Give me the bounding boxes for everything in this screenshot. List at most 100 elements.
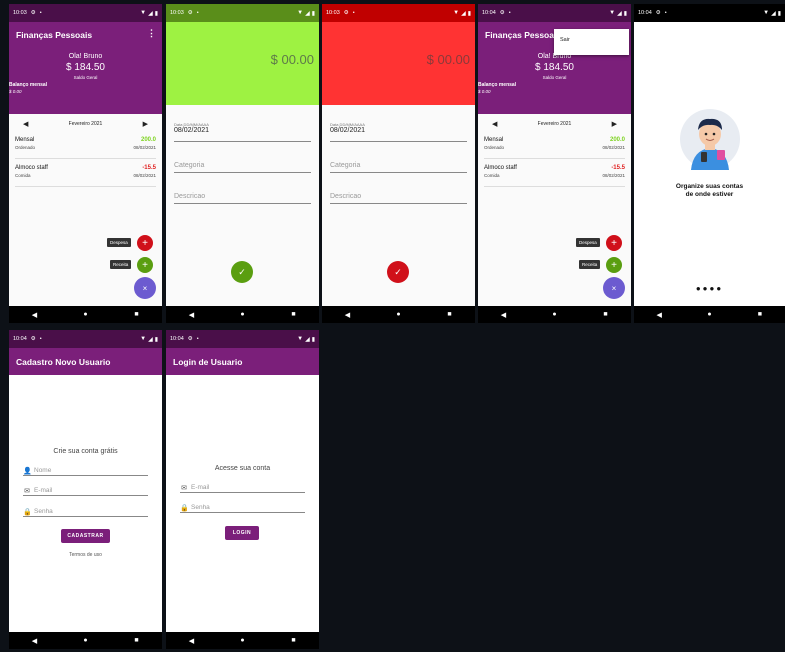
home-icon[interactable]: ● xyxy=(233,311,253,318)
logout-menu-item[interactable]: Sair xyxy=(560,37,623,43)
monthly-balance-label: Balanço mensal xyxy=(478,82,517,88)
overflow-menu-icon[interactable]: ⋮ xyxy=(147,28,156,39)
description-field[interactable]: Descricao xyxy=(330,193,467,204)
dot-icon: • xyxy=(39,10,42,16)
status-bar: 10:04 ⚙ • ▼ ◢ ▮ xyxy=(478,4,631,22)
add-expense-button[interactable]: + xyxy=(137,235,153,251)
amount-subtitle: Saldo Geral xyxy=(73,75,98,80)
add-income-button[interactable]: + xyxy=(606,257,622,273)
transaction-name: Mensal xyxy=(15,137,35,143)
confirm-button[interactable]: ✓ xyxy=(387,261,409,283)
amount-input[interactable]: $ 00.00 xyxy=(271,52,314,67)
app-bar: Cadastro Novo Usuario xyxy=(9,348,162,375)
settings-icon: ⚙ xyxy=(343,10,349,16)
home-icon[interactable]: ● xyxy=(699,311,719,318)
plus-icon: + xyxy=(611,237,617,249)
home-icon[interactable]: ● xyxy=(233,637,253,644)
home-screen: 10:03 ⚙ • ▼ ◢ ▮ Finanças Pessoais ⋮ Ola! Bru… xyxy=(9,4,162,323)
category-placeholder: Categoria xyxy=(330,162,361,169)
date-value: 08/02/2021 xyxy=(330,127,366,134)
home-icon[interactable]: ● xyxy=(545,311,565,318)
status-bar: 10:03 ⚙ • ▼ ◢ ▮ xyxy=(9,4,162,22)
date-field[interactable]: Data DD/MM/AAAA 08/02/2021 xyxy=(330,122,467,142)
onboarding-text: Organize suas contas de onde estiver xyxy=(634,183,785,199)
home-icon[interactable]: ● xyxy=(389,311,409,318)
month-selector: ◀ Fevereiro 2021 ▶ xyxy=(478,115,631,133)
email-field[interactable]: ✉ E-mail xyxy=(23,486,148,496)
recents-icon[interactable]: ■ xyxy=(284,311,304,318)
recents-icon[interactable]: ■ xyxy=(284,637,304,644)
close-fab-button[interactable]: × xyxy=(603,277,625,299)
back-icon[interactable]: ◀ xyxy=(182,311,202,319)
transaction-row[interactable]: Almoco staff Comida -15.5 08/02/2021 xyxy=(484,161,625,187)
password-field[interactable]: 🔒 Senha xyxy=(180,503,305,513)
register-button[interactable]: CADASTRAR xyxy=(61,529,110,543)
amount-input[interactable]: $ 00.00 xyxy=(427,52,470,67)
recents-icon[interactable]: ■ xyxy=(127,637,147,644)
home-menu-screen: 10:04 ⚙ • ▼ ◢ ▮ Finanças Pessoais Ola! Bruno… xyxy=(478,4,631,323)
total-amount: $ 184.50 xyxy=(66,62,105,73)
name-field[interactable]: 👤 Nome xyxy=(23,466,148,476)
date-field[interactable]: Data DD/MM/AAAA 08/02/2021 xyxy=(174,122,311,142)
transaction-category: Ordenado xyxy=(484,145,505,150)
status-time: 10:04 xyxy=(638,10,652,16)
monthly-balance-value: $ 0.00 xyxy=(478,89,491,94)
back-icon[interactable]: ◀ xyxy=(25,637,45,645)
battery-icon: ▮ xyxy=(311,336,315,343)
status-bar: 10:03 ⚙ • ▼ ◢ ▮ xyxy=(166,4,319,22)
dot-icon: • xyxy=(196,336,199,342)
transaction-name: Almoco staff xyxy=(15,165,48,171)
dot-icon: • xyxy=(196,10,199,16)
add-expense-button[interactable]: + xyxy=(606,235,622,251)
transaction-name: Almoco staff xyxy=(484,165,517,171)
recents-icon[interactable]: ■ xyxy=(127,311,147,318)
prev-month-icon[interactable]: ◀ xyxy=(23,120,28,128)
home-icon[interactable]: ● xyxy=(76,311,96,318)
description-placeholder: Descricao xyxy=(174,193,206,200)
add-income-button[interactable]: + xyxy=(137,257,153,273)
prev-month-icon[interactable]: ◀ xyxy=(492,120,497,128)
wifi-icon: ▼ xyxy=(453,10,460,16)
expense-fab-label: Despesa xyxy=(107,238,131,247)
battery-icon: ▮ xyxy=(154,10,158,17)
category-field[interactable]: Categoria xyxy=(330,162,467,173)
back-icon[interactable]: ◀ xyxy=(494,311,514,319)
home-icon[interactable]: ● xyxy=(76,637,96,644)
password-field[interactable]: 🔒 Senha xyxy=(23,507,148,517)
mail-icon: ✉ xyxy=(181,484,187,492)
system-nav-bar: ◀ ● ■ xyxy=(634,306,785,323)
back-icon[interactable]: ◀ xyxy=(338,311,358,319)
battery-icon: ▮ xyxy=(777,10,781,17)
transaction-row[interactable]: Almoco staff Comida -15.5 08/02/2021 xyxy=(15,161,156,187)
confirm-button[interactable]: ✓ xyxy=(231,261,253,283)
next-month-icon[interactable]: ▶ xyxy=(612,120,617,128)
expense-screen: 10:03 ⚙ • ▼ ◢ ▮ $ 00.00 Data DD/MM/AAAA 08/0… xyxy=(322,4,475,323)
transaction-row[interactable]: Mensal Ordenado 200.0 08/02/2021 xyxy=(484,133,625,159)
battery-icon: ▮ xyxy=(467,10,471,17)
email-field[interactable]: ✉ E-mail xyxy=(180,483,305,493)
check-icon: ✓ xyxy=(394,266,402,277)
login-button[interactable]: LOGIN xyxy=(225,526,259,540)
back-icon[interactable]: ◀ xyxy=(182,637,202,645)
description-field[interactable]: Descricao xyxy=(174,193,311,204)
back-icon[interactable]: ◀ xyxy=(649,311,669,319)
category-field[interactable]: Categoria xyxy=(174,162,311,173)
system-nav-bar: ◀ ● ■ xyxy=(478,306,631,323)
status-time: 10:03 xyxy=(13,10,27,16)
lock-icon: 🔒 xyxy=(23,508,32,516)
back-icon[interactable]: ◀ xyxy=(25,311,45,319)
transaction-row[interactable]: Mensal Ordenado 200.0 08/02/2021 xyxy=(15,133,156,159)
recents-icon[interactable]: ■ xyxy=(596,311,616,318)
close-fab-button[interactable]: × xyxy=(134,277,156,299)
system-nav-bar: ◀ ● ■ xyxy=(166,632,319,649)
terms-link[interactable]: Termos de uso xyxy=(9,552,162,558)
balance-header: Finanças Pessoais ⋮ Ola! Bruno $ 184.50 … xyxy=(9,22,162,114)
income-fab-label: Receita xyxy=(110,260,132,269)
recents-icon[interactable]: ■ xyxy=(750,311,770,318)
next-month-icon[interactable]: ▶ xyxy=(143,120,148,128)
page-title: Cadastro Novo Usuario xyxy=(16,356,111,367)
description-placeholder: Descricao xyxy=(330,193,362,200)
total-amount: $ 184.50 xyxy=(535,62,574,73)
recents-icon[interactable]: ■ xyxy=(440,311,460,318)
settings-icon: ⚙ xyxy=(187,10,193,16)
